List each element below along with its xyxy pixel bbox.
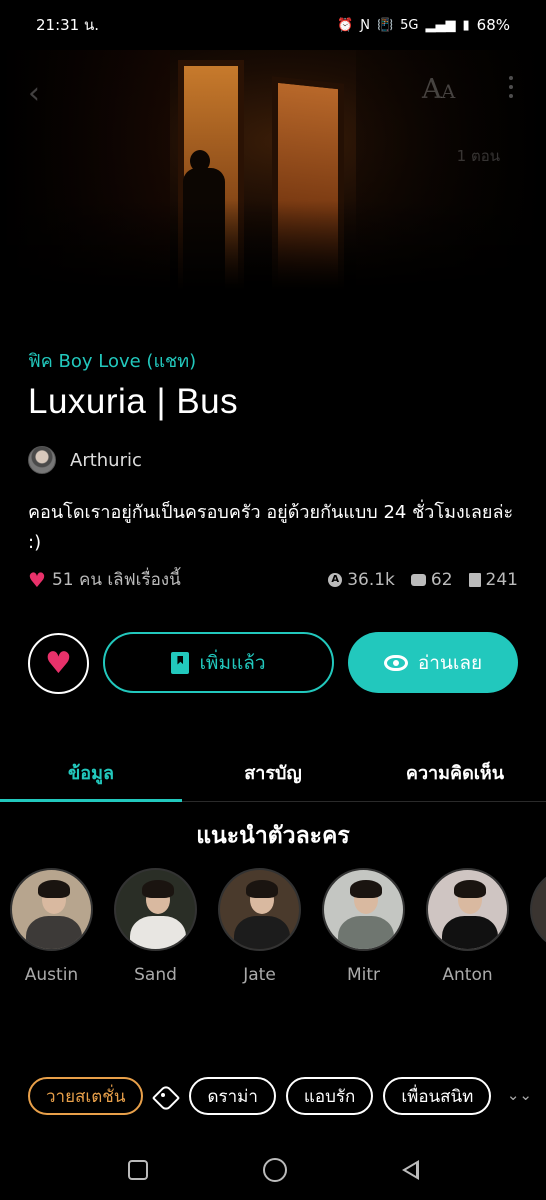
chevron-left-icon: ‹ xyxy=(28,76,40,111)
author-avatar[interactable] xyxy=(28,446,56,474)
character-avatar[interactable] xyxy=(114,868,197,951)
battery-icon: ▮ xyxy=(462,17,470,33)
font-size-button[interactable]: AA xyxy=(422,74,455,105)
characters-title: แนะนำตัวละคร xyxy=(196,823,350,849)
views-count: 36.1k xyxy=(347,569,395,590)
character-avatar[interactable] xyxy=(426,868,509,951)
tab-info[interactable]: ข้อมูล xyxy=(0,740,182,802)
status-icons: ⏰ Ɲ 📳 5G ▂▄▆ ▮ 68% xyxy=(337,16,510,34)
stats-row: ♥ 51 คน เลิฟเรื่องนี้ A 36.1k 62 241 xyxy=(28,566,518,593)
characters-list: Austin Sand Jate Mitr Anton xyxy=(10,868,546,998)
views-icon: A xyxy=(328,572,343,587)
system-nav-bar xyxy=(0,1140,546,1200)
signal-icon: ▂▄▆ xyxy=(425,17,456,33)
like-button[interactable]: ♥ xyxy=(28,633,89,694)
tag-icon xyxy=(153,1083,179,1109)
more-options-button[interactable] xyxy=(503,76,519,104)
alarm-icon: ⏰ xyxy=(337,17,354,33)
battery-percent: 68% xyxy=(476,16,510,34)
views-stat: A 36.1k xyxy=(328,570,395,590)
tab-contents[interactable]: สารบัญ xyxy=(182,740,364,801)
character-avatar[interactable] xyxy=(530,868,546,951)
chapters-count: 241 xyxy=(485,569,518,590)
character-item[interactable]: Sand xyxy=(114,868,197,998)
character-name: Jate xyxy=(243,965,276,985)
comments-count: 62 xyxy=(430,569,453,590)
author-name[interactable]: Arthuric xyxy=(70,450,142,471)
story-title: Luxuria | Bus xyxy=(28,382,239,421)
tab-comments[interactable]: ความคิดเห็น xyxy=(364,740,546,801)
genre-tag[interactable]: ดราม่า xyxy=(189,1077,276,1115)
character-avatar[interactable] xyxy=(218,868,301,951)
story-synopsis: คอนโดเราอยู่กันเป็นครอบครัว อยู่ด้วยกันแ… xyxy=(28,502,514,553)
comments-stat: 62 xyxy=(410,569,453,590)
heart-icon: ♥ xyxy=(45,645,72,681)
genre-tag[interactable]: เพื่อนสนิท xyxy=(383,1077,492,1115)
cover-image xyxy=(0,50,546,290)
nfc-icon: Ɲ xyxy=(360,17,370,33)
episode-count: 1 ตอน xyxy=(456,147,500,165)
chapters-stat: 241 xyxy=(468,569,518,590)
tags-row: วายสเตชั่น ดราม่า แอบรัก เพื่อนสนิท xyxy=(28,1076,546,1116)
character-item[interactable]: Austin xyxy=(10,868,93,998)
eye-icon xyxy=(383,654,408,671)
add-to-library-button[interactable]: เพิ่มแล้ว xyxy=(103,632,334,693)
likes-text: 51 คน เลิฟเรื่องนี้ xyxy=(51,570,181,590)
author-row[interactable]: Arthuric xyxy=(28,446,142,474)
character-item[interactable]: Anton xyxy=(426,868,509,998)
character-name: Sand xyxy=(134,965,177,985)
character-name: Austin xyxy=(24,965,79,985)
character-item[interactable] xyxy=(530,868,546,998)
chevron-double-down-icon[interactable]: ⌄⌄ xyxy=(507,1086,532,1104)
bookmark-icon xyxy=(171,651,190,674)
detail-tabs: ข้อมูล สารบัญ ความคิดเห็น xyxy=(0,740,546,802)
likes-stat: ♥ 51 คน เลิฟเรื่องนี้ xyxy=(28,566,181,593)
character-name: Anton xyxy=(442,965,493,985)
story-counts: A 36.1k 62 241 xyxy=(328,570,518,590)
story-category[interactable]: ฟิค Boy Love (แชท) xyxy=(28,346,196,375)
character-avatar[interactable] xyxy=(10,868,93,951)
genre-tag[interactable]: แอบรัก xyxy=(285,1077,374,1115)
added-label: เพิ่มแล้ว xyxy=(199,651,266,674)
read-now-button[interactable]: อ่านเลย xyxy=(348,632,518,693)
vibrate-icon: 📳 xyxy=(376,17,394,33)
network-label: 5G xyxy=(400,17,419,33)
back-button[interactable]: ‹ xyxy=(28,76,40,111)
heart-icon: ♥ xyxy=(28,567,46,592)
book-icon xyxy=(468,572,481,587)
character-item[interactable]: Mitr xyxy=(322,868,405,998)
comment-icon xyxy=(410,573,426,586)
back-nav-button[interactable] xyxy=(401,1160,419,1180)
recent-apps-button[interactable] xyxy=(127,1160,148,1180)
status-time: 21:31 น. xyxy=(36,16,100,34)
character-item[interactable]: Jate xyxy=(218,868,301,998)
character-name: Mitr xyxy=(346,965,381,985)
home-button[interactable] xyxy=(262,1158,287,1182)
status-bar: 21:31 น. ⏰ Ɲ 📳 5G ▂▄▆ ▮ 68% xyxy=(0,0,546,50)
character-avatar[interactable] xyxy=(322,868,405,951)
age-rating-tag[interactable]: วายสเตชั่น xyxy=(28,1077,144,1115)
read-label: อ่านเลย xyxy=(417,651,483,674)
